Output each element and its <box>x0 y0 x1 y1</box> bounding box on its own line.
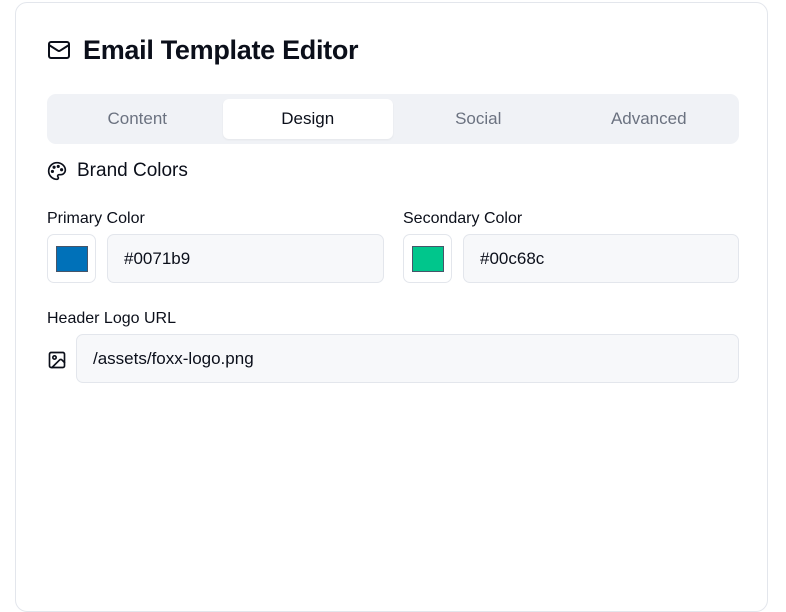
page-title: Email Template Editor <box>83 34 359 65</box>
logo-url-label: Header Logo URL <box>47 310 176 327</box>
palette-icon <box>47 161 67 181</box>
image-icon <box>47 350 67 370</box>
primary-color-picker[interactable] <box>47 234 96 283</box>
section-heading: Brand Colors <box>47 158 188 184</box>
mail-icon <box>47 38 71 62</box>
primary-color-swatch <box>55 245 88 272</box>
tab-social[interactable]: Social <box>393 99 564 139</box>
secondary-color-swatch <box>411 245 444 272</box>
header: Email Template Editor <box>47 33 359 67</box>
tab-design[interactable]: Design <box>222 99 393 139</box>
primary-color-label: Primary Color <box>47 210 145 227</box>
secondary-color-picker[interactable] <box>403 234 452 283</box>
secondary-color-label: Secondary Color <box>403 210 523 227</box>
editor-card: Email Template Editor Content Design Soc… <box>15 2 768 612</box>
tab-advanced[interactable]: Advanced <box>564 99 735 139</box>
tab-content[interactable]: Content <box>52 99 223 139</box>
primary-color-input[interactable] <box>107 234 384 283</box>
section-title: Brand Colors <box>77 160 188 181</box>
secondary-color-input[interactable] <box>463 234 739 283</box>
logo-url-input[interactable] <box>76 334 739 383</box>
tab-bar: Content Design Social Advanced <box>47 94 739 144</box>
